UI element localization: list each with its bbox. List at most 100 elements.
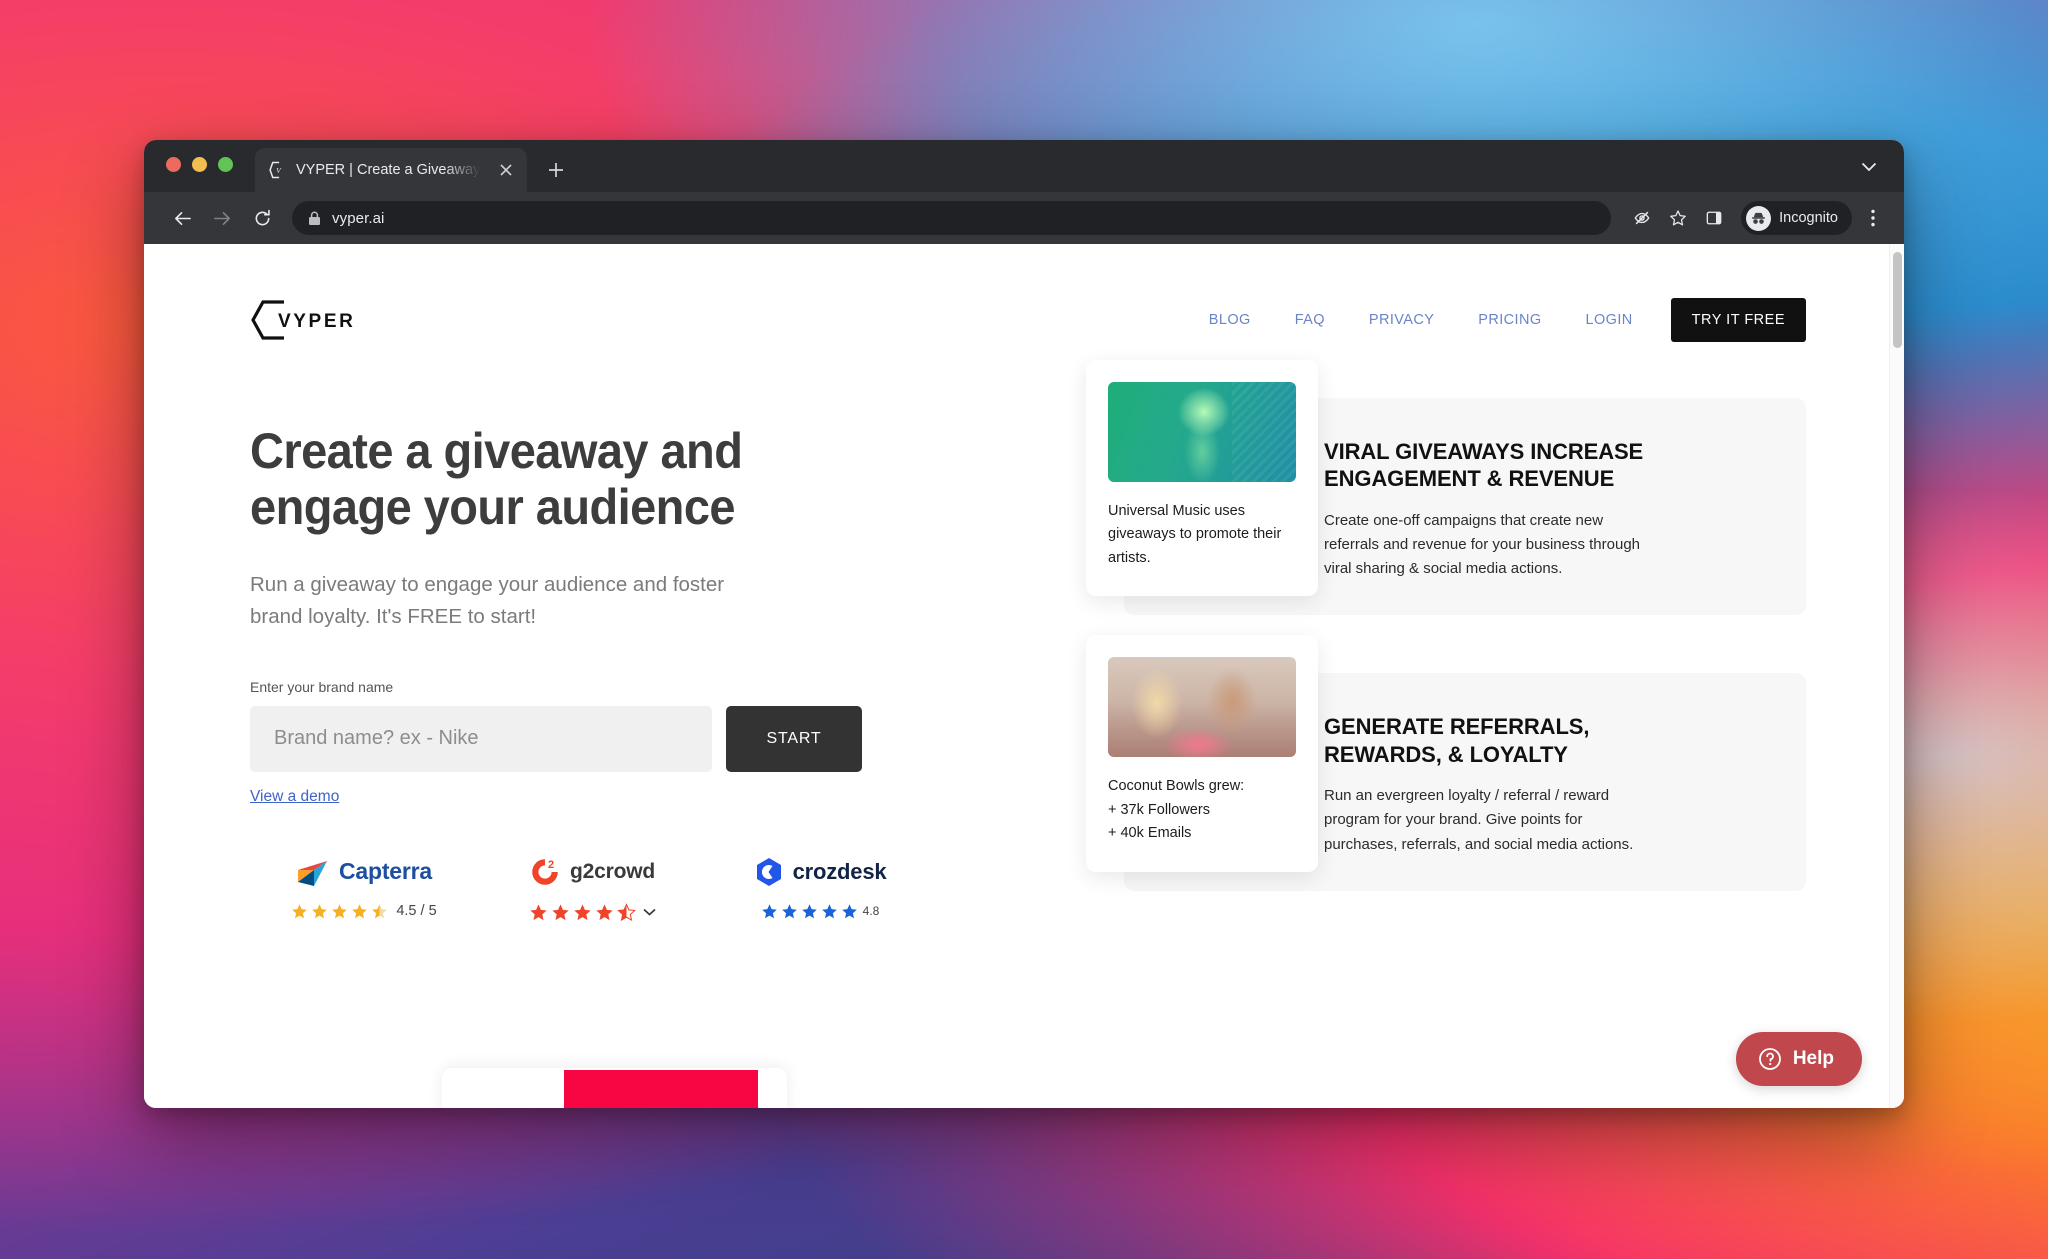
reload-icon — [255, 209, 270, 225]
start-button[interactable]: START — [726, 705, 862, 772]
address-bar[interactable]: vyper.ai — [292, 201, 1612, 235]
feature-body: Create one-off campaigns that create new… — [1324, 511, 1641, 578]
browser-menu-button[interactable] — [1858, 201, 1888, 235]
badge-score: 4.8 — [862, 904, 880, 919]
vyper-logo-icon: VYPER — [251, 300, 355, 340]
card-caption: Universal Music uses giveaways to promot… — [1108, 503, 1282, 566]
star-icon — [332, 903, 348, 918]
brand-form: START — [250, 705, 1124, 772]
badge-rating: 4.5 / 5 — [291, 903, 437, 920]
new-tab-button[interactable] — [539, 153, 573, 187]
star-icon — [292, 903, 308, 918]
star-icon — [841, 903, 857, 918]
profile-button[interactable]: Incognito — [1741, 201, 1852, 235]
scrollbar-thumb[interactable] — [1893, 252, 1902, 348]
crozdesk-logo: crozdesk — [754, 852, 887, 892]
case-study-card[interactable]: Coconut Bowls grew: + 37k Followers + 40… — [1086, 635, 1318, 872]
feature-block: Universal Music uses giveaways to promot… — [1086, 360, 1806, 616]
nav-link-privacy[interactable]: PRIVACY — [1347, 312, 1456, 328]
site-header: VYPER BLOG FAQ PRIVACY PRICING LOGIN TRY… — [144, 244, 1904, 342]
nav-link-faq[interactable]: FAQ — [1273, 312, 1347, 328]
feature-title: GENERATE REFERRALS, REWARDS, & LOYALTY — [1324, 714, 1590, 767]
case-study-card[interactable]: Universal Music uses giveaways to promot… — [1086, 360, 1318, 597]
nav-link-blog[interactable]: BLOG — [1187, 312, 1273, 328]
nav-link-login[interactable]: LOGIN — [1564, 312, 1655, 328]
minimize-window-button[interactable] — [192, 156, 207, 172]
star-icon — [821, 903, 837, 918]
card-caption: Coconut Bowls grew: + 37k Followers + 40… — [1108, 778, 1245, 842]
browser-tab-strip: V VYPER | Create a Giveaway or V — [144, 140, 1904, 192]
headline-line-2: engage your audience — [250, 478, 736, 535]
close-icon — [500, 164, 512, 176]
reload-button[interactable] — [244, 200, 280, 236]
g2crowd-logo: 2 g2crowd — [529, 852, 655, 892]
star-icon — [573, 903, 591, 920]
badge-name: crozdesk — [792, 858, 887, 884]
close-tab-button[interactable] — [495, 159, 517, 181]
star-half-icon — [372, 903, 388, 918]
badge-name: Capterra — [339, 858, 432, 885]
page-content: Create a giveaway and engage your audien… — [144, 342, 1904, 949]
svg-text:V: V — [276, 166, 282, 175]
hero-column: Create a giveaway and engage your audien… — [144, 342, 1124, 949]
universal-music-thumbnail — [1108, 382, 1296, 482]
page-title: Create a giveaway and engage your audien… — [250, 423, 748, 535]
star-icon — [801, 903, 817, 918]
g2crowd-logo-icon: 2 — [532, 859, 558, 885]
arrow-right-icon — [213, 211, 230, 225]
badge-g2crowd[interactable]: 2 g2crowd — [478, 852, 706, 922]
side-panel-button[interactable] — [1697, 201, 1731, 235]
site-logo[interactable]: VYPER — [250, 299, 362, 341]
avatar — [1746, 205, 1772, 231]
svg-text:2: 2 — [548, 859, 554, 871]
back-button[interactable] — [164, 200, 200, 236]
toolbar-actions: Incognito — [1625, 201, 1888, 235]
chevron-down-icon[interactable] — [642, 908, 656, 916]
badge-capterra[interactable]: Capterra 4.5 / 5 — [250, 852, 478, 922]
tab-search-button[interactable] — [1856, 154, 1882, 180]
star-icon — [312, 903, 328, 918]
svg-text:VYPER: VYPER — [278, 311, 355, 332]
forward-button[interactable] — [204, 200, 240, 236]
star-icon — [352, 903, 368, 918]
try-it-free-button[interactable]: TRY IT FREE — [1670, 298, 1806, 342]
star-icon — [529, 903, 547, 920]
url-text: vyper.ai — [332, 209, 385, 227]
bookmark-button[interactable] — [1661, 201, 1695, 235]
star-icon — [781, 903, 797, 918]
brand-name-input[interactable] — [250, 705, 712, 772]
badge-rating — [529, 902, 656, 922]
badge-rating: 4.8 — [761, 903, 880, 920]
crozdesk-logo-icon — [756, 857, 781, 886]
badge-score: 4.5 / 5 — [396, 903, 437, 920]
star-icon — [551, 903, 569, 920]
question-circle-icon — [1758, 1048, 1781, 1070]
vyper-landing-page: VYPER BLOG FAQ PRIVACY PRICING LOGIN TRY… — [144, 244, 1904, 1108]
nav-link-pricing[interactable]: PRICING — [1456, 312, 1563, 328]
profile-label: Incognito — [1779, 210, 1838, 226]
coconut-bowls-thumbnail — [1108, 657, 1296, 758]
view-demo-link[interactable]: View a demo — [250, 788, 339, 806]
help-button[interactable]: Help — [1735, 1032, 1862, 1086]
window-controls — [166, 140, 233, 192]
lock-icon — [308, 211, 321, 226]
site-nav: BLOG FAQ PRIVACY PRICING LOGIN TRY IT FR… — [1187, 298, 1806, 342]
capterra-logo-icon — [298, 860, 327, 886]
desktop-wallpaper: V VYPER | Create a Giveaway or V — [0, 0, 2048, 1259]
star-icon — [595, 903, 613, 920]
feature-title: VIRAL GIVEAWAYS INCREASE ENGAGEMENT & RE… — [1324, 439, 1644, 492]
badge-name: g2crowd — [570, 859, 655, 883]
kebab-menu-icon — [1871, 209, 1875, 227]
eye-off-icon — [1634, 211, 1650, 225]
feature-body: Run an evergreen loyalty / referral / re… — [1324, 786, 1634, 853]
side-panel-icon — [1706, 211, 1722, 225]
next-section-accent — [564, 1070, 759, 1108]
maximize-window-button[interactable] — [218, 156, 233, 172]
browser-tab[interactable]: V VYPER | Create a Giveaway or V — [255, 148, 527, 192]
page-scrollbar[interactable] — [1889, 244, 1904, 1108]
close-window-button[interactable] — [166, 156, 181, 172]
star-icon — [1670, 210, 1686, 226]
tracking-protection-button[interactable] — [1625, 201, 1659, 235]
badge-crozdesk[interactable]: crozdesk 4.8 — [706, 852, 934, 922]
star-half-icon — [616, 902, 636, 921]
